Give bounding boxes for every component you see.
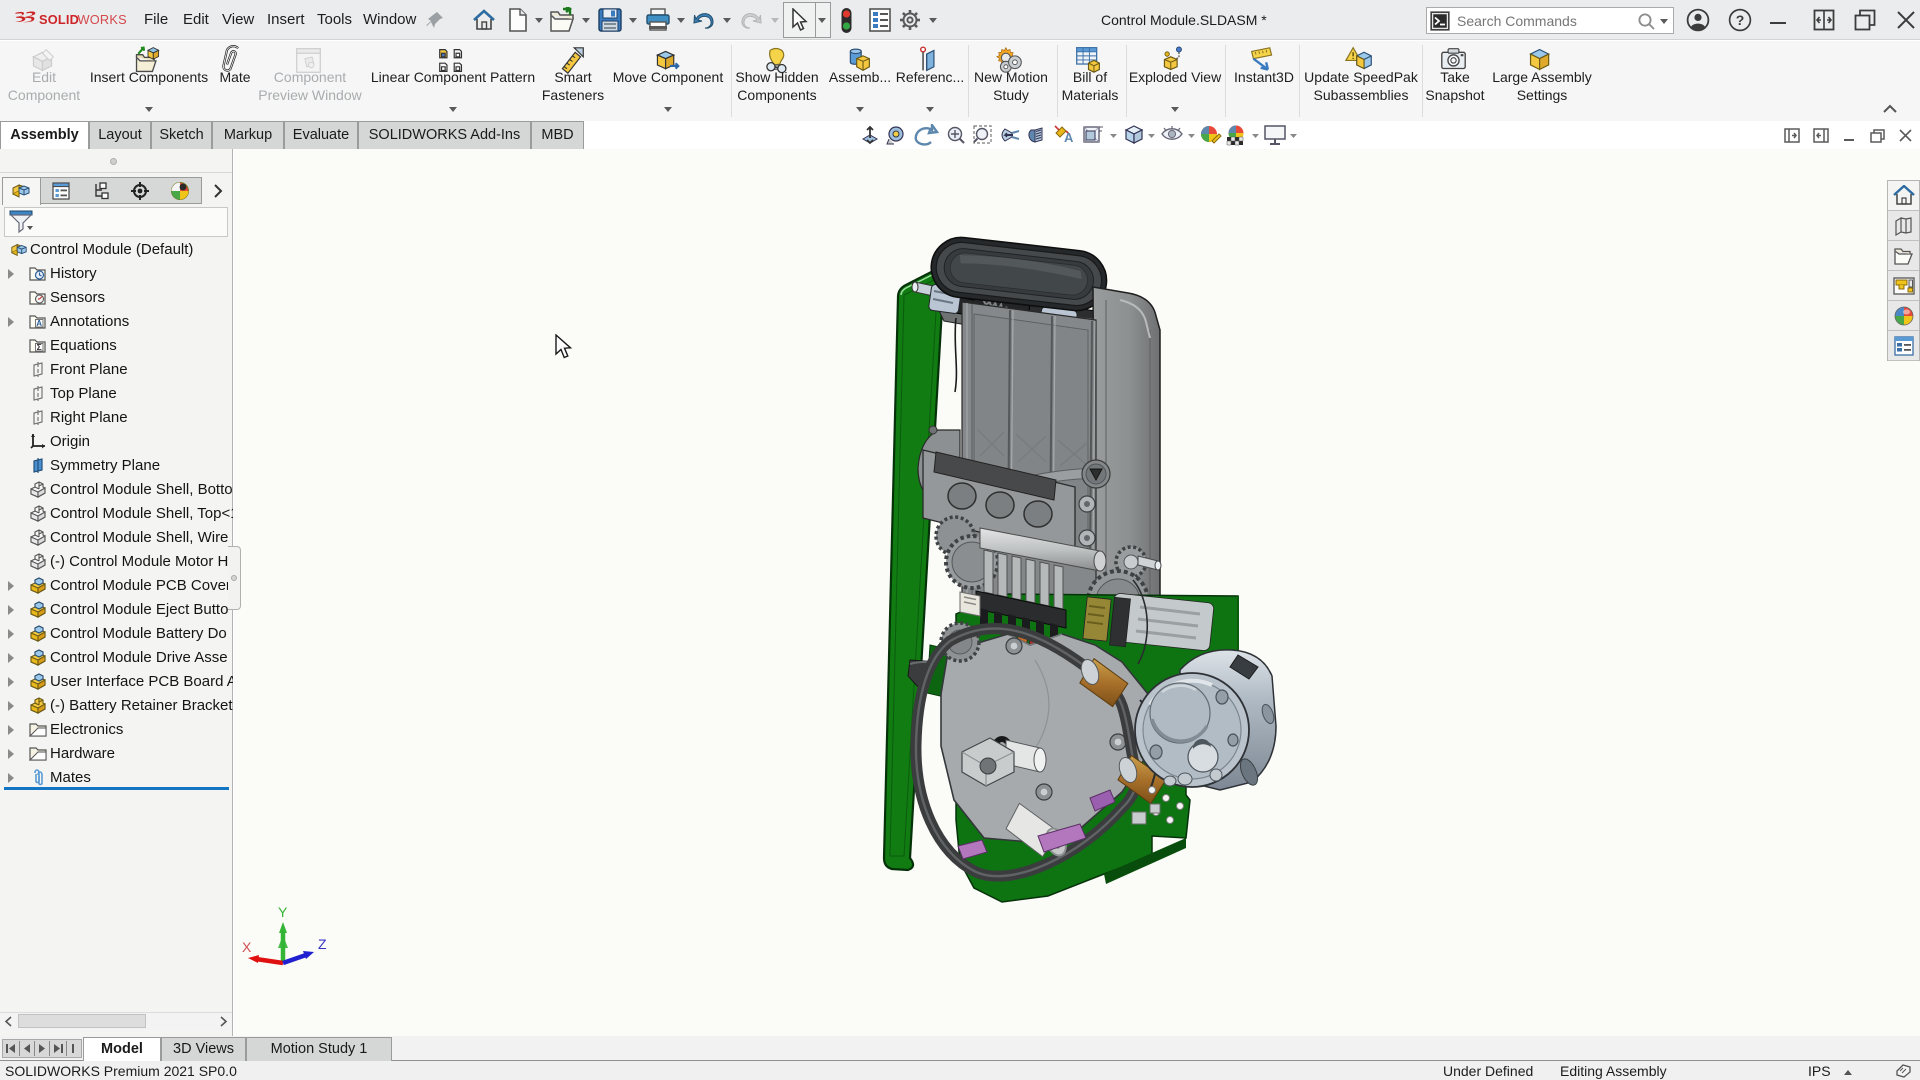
svg-text:X: X [242,939,252,955]
svg-text:Y: Y [278,905,288,920]
svg-text:Z: Z [318,936,327,952]
svg-text:WORKS: WORKS [78,12,127,27]
svg-text:?: ? [1736,12,1745,28]
svg-text:Σ: Σ [37,342,42,352]
svg-text:A: A [1064,130,1074,145]
svg-text:SOLID: SOLID [39,12,79,27]
svg-text:A: A [36,319,42,328]
